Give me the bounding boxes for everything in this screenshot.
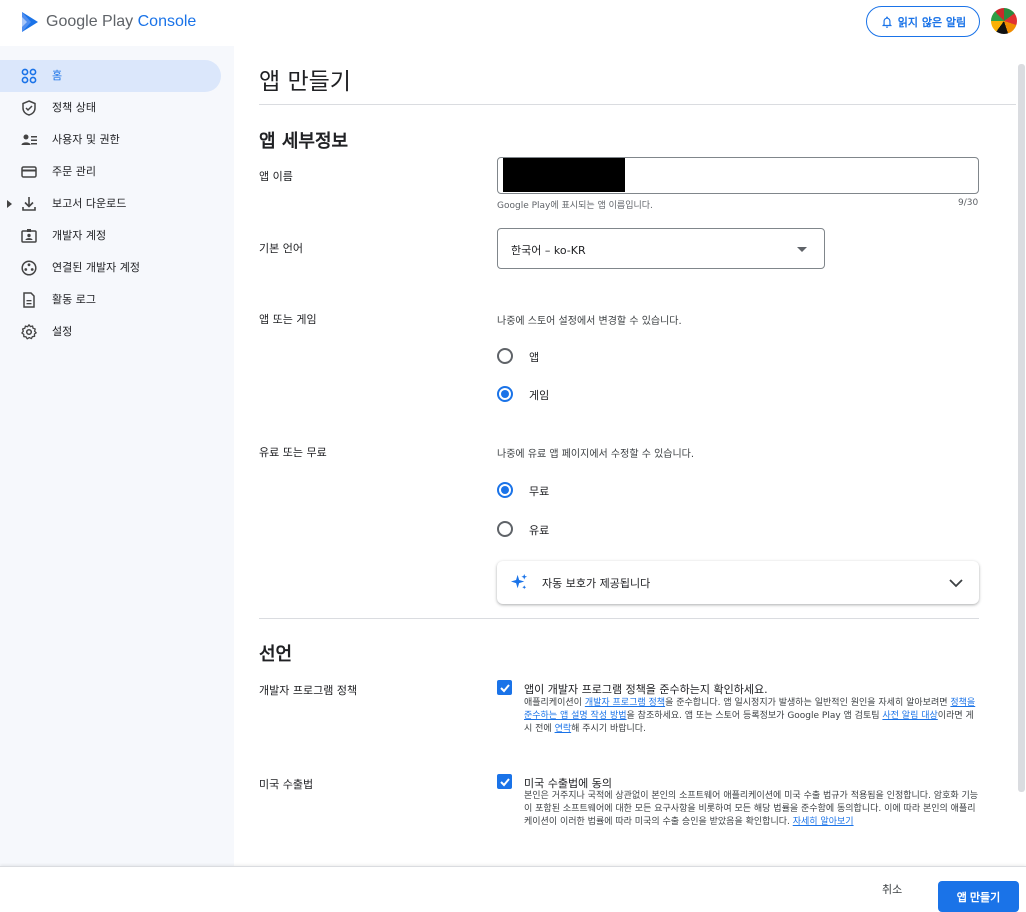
developer-policy-body: 애플리케이션이 개발자 프로그램 정책을 준수합니다. 앱 일시정지가 발생하는… xyxy=(524,697,982,736)
id-card-icon xyxy=(21,228,37,244)
body-text: 본인은 거주지나 국적에 상관없이 본인의 소프트웨어 애플리케이션에 미국 수… xyxy=(524,791,979,827)
learn-more-link[interactable]: 자세히 알아보기 xyxy=(793,817,854,827)
caret-right-icon[interactable] xyxy=(7,200,12,208)
radio-paid-label: 유료 xyxy=(529,524,550,537)
sidebar-item-download-reports[interactable]: 보고서 다운로드 xyxy=(0,188,221,220)
contact-link[interactable]: 연락 xyxy=(555,724,572,734)
radio-paid[interactable] xyxy=(497,521,513,537)
sidebar-item-settings[interactable]: 설정 xyxy=(0,316,221,348)
default-language-label: 기본 언어 xyxy=(259,242,303,255)
sidebar-item-label: 주문 관리 xyxy=(52,165,96,178)
notifications-label: 읽지 않은 알림 xyxy=(897,15,967,29)
export-law-checkbox[interactable] xyxy=(497,774,512,789)
app-name-counter: 9/30 xyxy=(958,198,979,208)
app-or-game-label: 앱 또는 게임 xyxy=(259,313,317,326)
cancel-button[interactable]: 취소 xyxy=(882,881,902,897)
gear-icon xyxy=(21,324,37,340)
developer-policy-title: 앱이 개발자 프로그램 정책을 준수하는지 확인하세요. xyxy=(524,683,768,696)
default-language-select[interactable]: 한국어 – ko-KR xyxy=(497,228,825,269)
play-logo-icon xyxy=(22,12,38,32)
default-language-value: 한국어 – ko-KR xyxy=(511,244,586,257)
bell-icon xyxy=(882,15,892,28)
redacted-app-name xyxy=(503,158,625,192)
sidebar-item-orders[interactable]: 주문 관리 xyxy=(0,156,221,188)
radio-free-label: 무료 xyxy=(529,485,550,498)
play-console-logo[interactable]: Google Play Console xyxy=(20,11,196,33)
export-law-label: 미국 수출법 xyxy=(259,778,314,791)
free-or-paid-description: 나중에 유료 앱 페이지에서 수정할 수 있습니다. xyxy=(497,449,695,460)
sidebar-item-policy-status[interactable]: 정책 상태 xyxy=(0,92,221,124)
sidebar-item-activity-log[interactable]: 활동 로그 xyxy=(0,284,221,316)
app-or-game-description: 나중에 스토어 설정에서 변경할 수 있습니다. xyxy=(497,316,682,327)
create-app-button[interactable]: 앱 만들기 xyxy=(938,881,1019,912)
document-icon xyxy=(21,292,37,308)
radio-game[interactable] xyxy=(497,386,513,402)
users-icon xyxy=(21,132,37,148)
app-name-label: 앱 이름 xyxy=(259,170,293,183)
export-law-title: 미국 수출법에 동의 xyxy=(524,777,612,790)
sidebar-item-label: 개발자 계정 xyxy=(52,229,107,242)
radio-app-label: 앱 xyxy=(529,351,540,364)
logo-text-accent: Console xyxy=(137,13,197,30)
footer-bar: 취소 앱 만들기 xyxy=(0,866,1026,912)
credit-card-icon xyxy=(21,164,37,180)
linked-accounts-icon xyxy=(21,260,37,276)
sidebar-item-label: 홈 xyxy=(52,69,63,82)
checkmark-icon xyxy=(499,777,510,786)
divider xyxy=(259,104,1016,105)
scrollbar[interactable] xyxy=(1018,64,1025,792)
dropdown-arrow-icon xyxy=(797,247,807,252)
export-law-body: 본인은 거주지나 국적에 상관없이 본인의 소프트웨어 애플리케이션에 미국 수… xyxy=(524,790,982,829)
sidebar-item-developer-account[interactable]: 개발자 계정 xyxy=(0,220,221,252)
grid-icon xyxy=(21,68,37,84)
auto-protection-label: 자동 보호가 제공됩니다 xyxy=(542,577,651,590)
avatar[interactable] xyxy=(991,8,1017,34)
sidebar-item-label: 활동 로그 xyxy=(52,293,96,306)
download-icon xyxy=(21,196,37,212)
app-name-helper: Google Play에 표시되는 앱 이름입니다. xyxy=(497,201,653,211)
free-or-paid-label: 유료 또는 무료 xyxy=(259,446,327,459)
sidebar-item-home[interactable]: 홈 xyxy=(0,60,221,92)
developer-policy-label: 개발자 프로그램 정책 xyxy=(259,684,358,697)
unread-notifications-button[interactable]: 읽지 않은 알림 xyxy=(866,6,980,37)
body-text: 애플리케이션이 xyxy=(524,698,585,708)
body-text: 을 참조하세요. 앱 또는 스토어 등록정보가 Google Play 앱 검토… xyxy=(626,711,883,721)
developer-policy-link[interactable]: 개발자 프로그램 정책 xyxy=(585,698,665,708)
checkmark-icon xyxy=(499,683,510,692)
sidebar-item-label: 연결된 개발자 계정 xyxy=(52,261,140,274)
developer-policy-checkbox[interactable] xyxy=(497,680,512,695)
sidebar-item-label: 보고서 다운로드 xyxy=(52,197,127,210)
sidebar-item-label: 사용자 및 권한 xyxy=(52,133,120,146)
section-title-declarations: 선언 xyxy=(259,644,293,665)
page-title: 앱 만들기 xyxy=(259,69,351,95)
body-text: 을 준수합니다. 앱 일시정지가 발생하는 일반적인 원인을 자세히 알아보려면 xyxy=(665,698,951,708)
sparkle-icon xyxy=(510,573,528,590)
pre-notification-link[interactable]: 사전 알림 대상 xyxy=(882,711,937,721)
sidebar-item-label: 정책 상태 xyxy=(52,101,96,114)
radio-free[interactable] xyxy=(497,482,513,498)
radio-app[interactable] xyxy=(497,348,513,364)
auto-protection-expander[interactable]: 자동 보호가 제공됩니다 xyxy=(497,561,979,604)
section-title-app-details: 앱 세부정보 xyxy=(259,131,349,152)
sidebar-item-label: 설정 xyxy=(52,325,73,338)
sidebar-item-linked-accounts[interactable]: 연결된 개발자 계정 xyxy=(0,252,221,284)
radio-game-label: 게임 xyxy=(529,389,550,402)
logo-text: Google Play xyxy=(46,13,134,30)
sidebar-item-users[interactable]: 사용자 및 권한 xyxy=(0,124,221,156)
top-bar: Google Play Console 읽지 않은 알림 xyxy=(0,0,1026,46)
shield-icon xyxy=(21,100,37,116)
body-text: 해 주시기 바랍니다. xyxy=(571,724,646,734)
divider xyxy=(259,618,979,619)
chevron-down-icon xyxy=(949,579,963,588)
sidebar: 홈 정책 상태 사용자 및 권한 주문 관리 보고서 다운로드 개발자 계정 연… xyxy=(0,46,234,912)
